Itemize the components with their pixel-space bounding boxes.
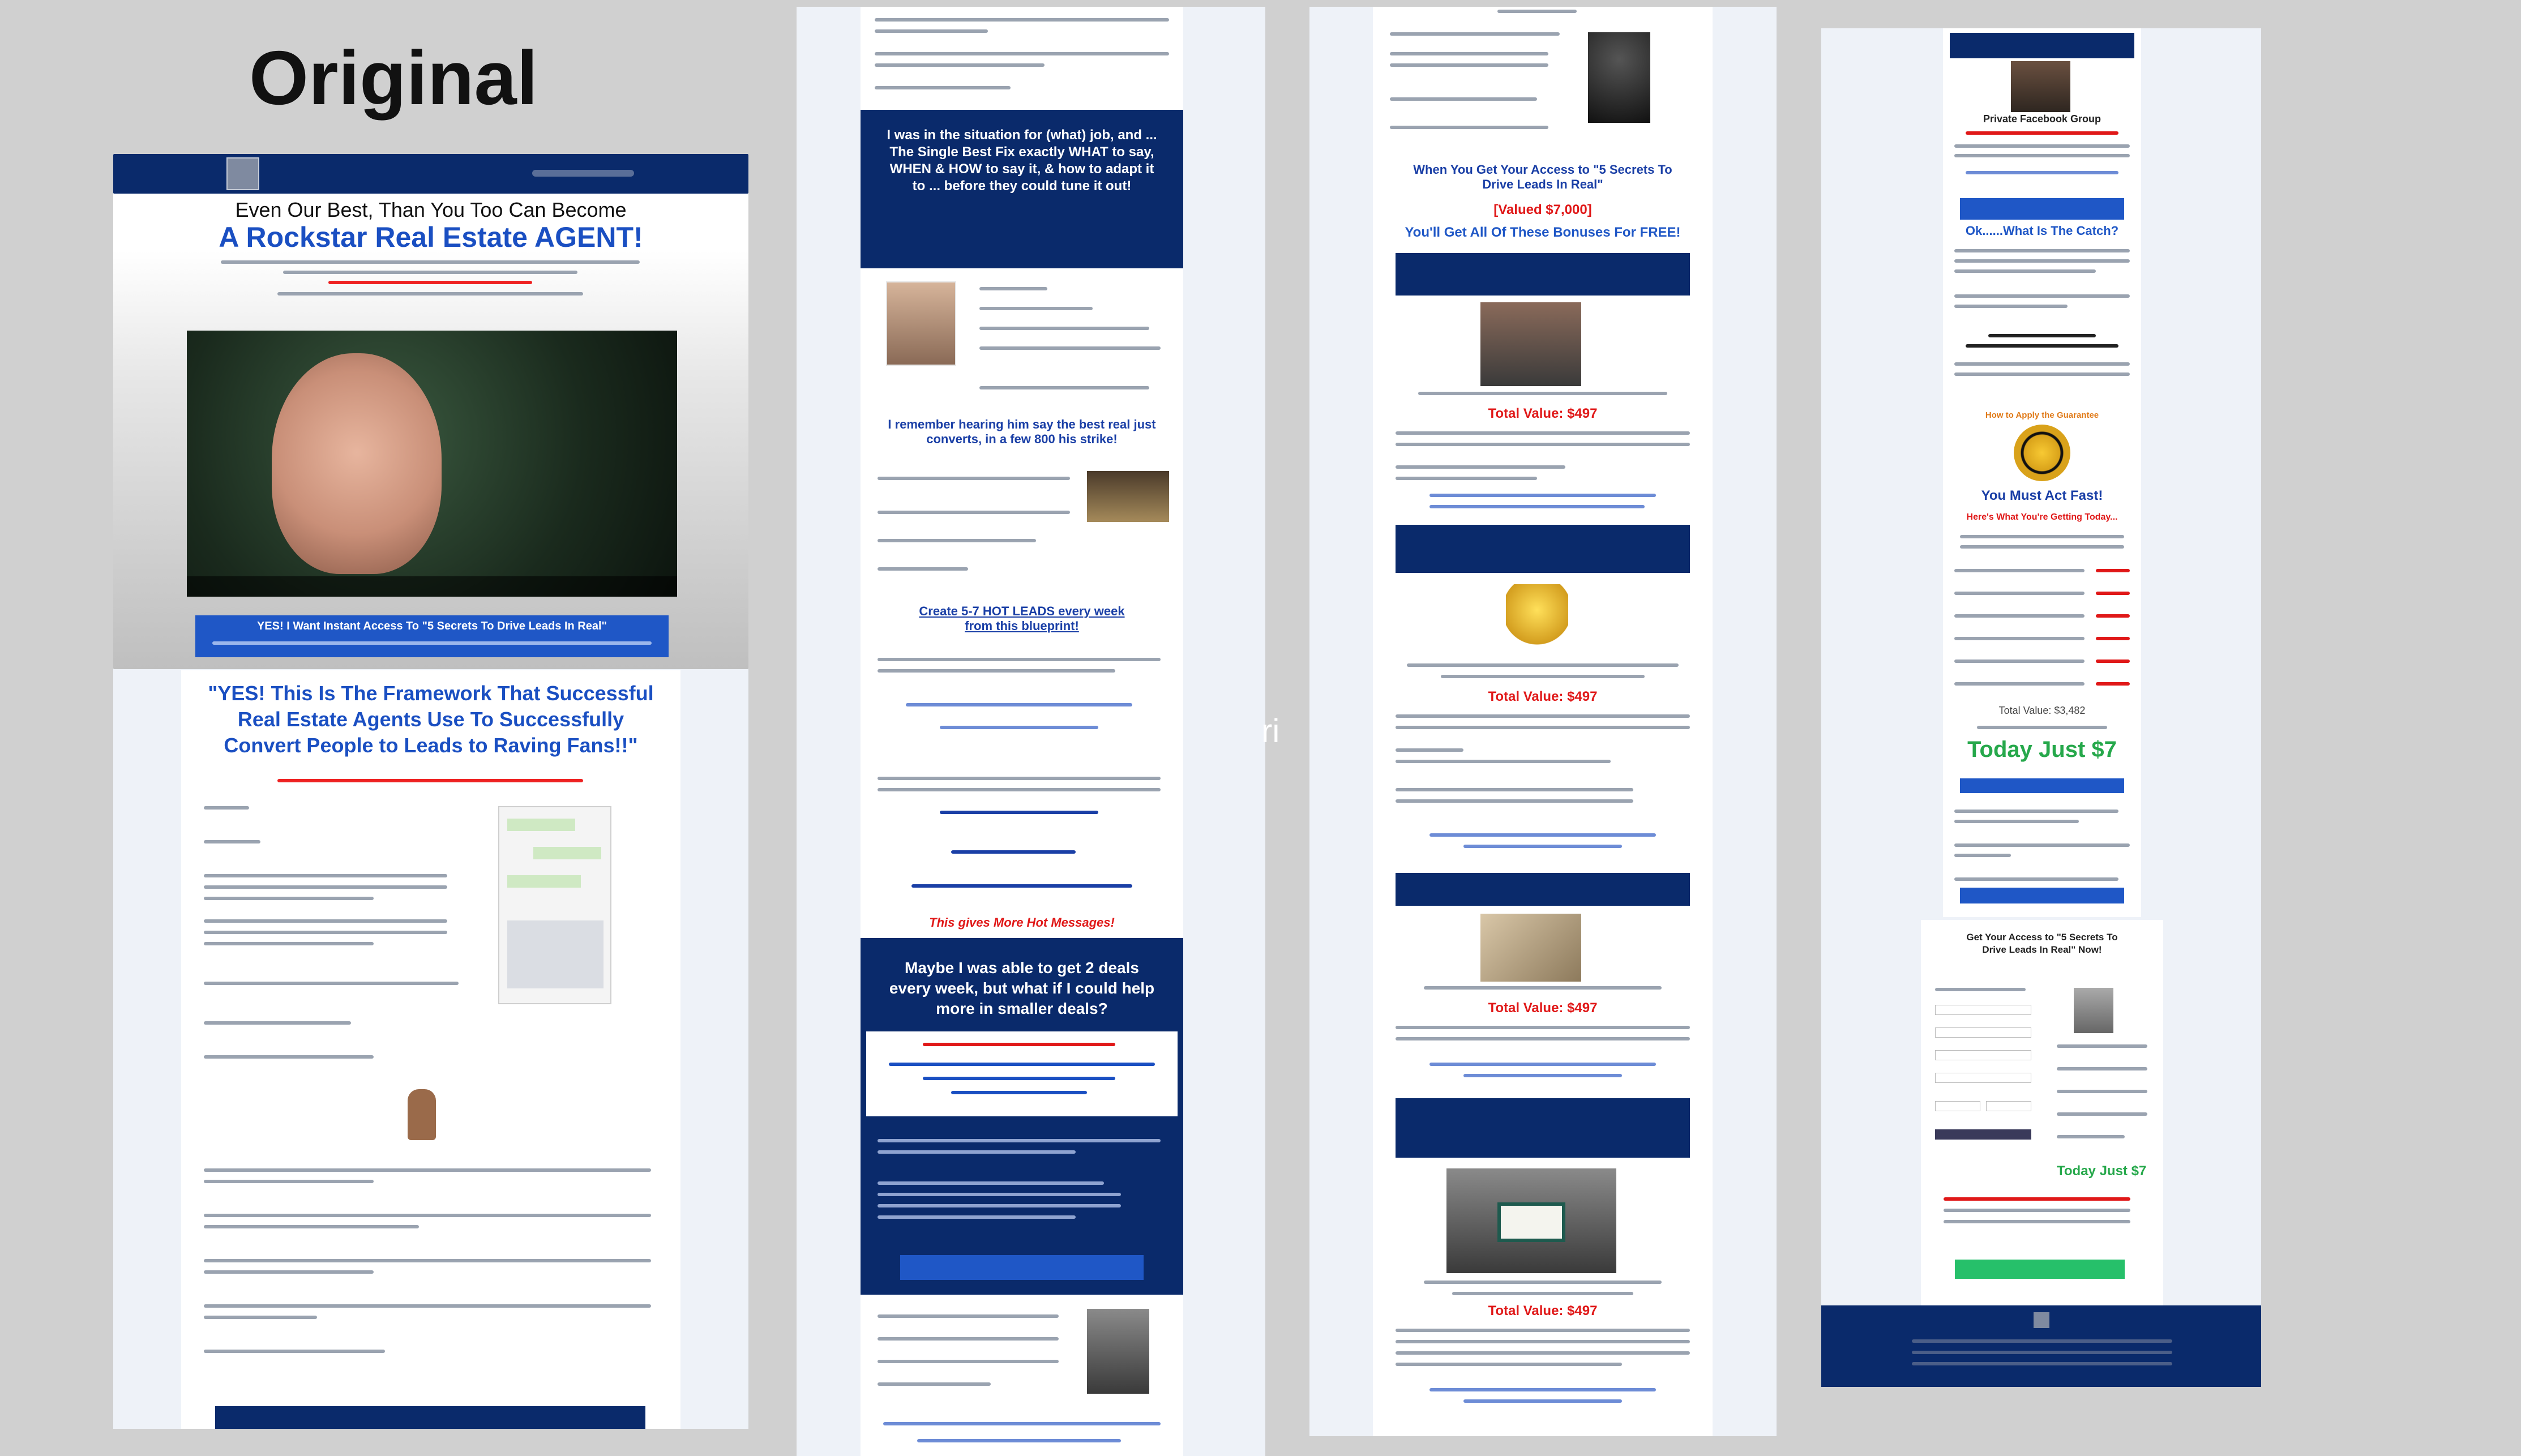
inline-photo <box>1087 471 1169 522</box>
top-nav <box>113 154 748 194</box>
bonus-image-3 <box>1480 914 1581 982</box>
stray-text: ri <box>1261 713 1280 750</box>
video-player[interactable] <box>187 331 677 597</box>
value-2: Total Value: $497 <box>1488 689 1598 704</box>
buy-button[interactable] <box>1960 778 2124 793</box>
bottom-photo <box>1087 1309 1149 1394</box>
footer <box>1821 1305 2261 1387</box>
video-face <box>272 353 442 574</box>
order-form: Get Your Access to "5 Secrets To Drive L… <box>1921 920 2163 1308</box>
bonus-band-4 <box>1396 1098 1690 1158</box>
catch-heading: Ok......What Is The Catch? <box>1965 224 2119 238</box>
bonus-band-1 <box>1396 253 1690 296</box>
subhead-1: I remember hearing him say the best real… <box>888 417 1156 446</box>
column-4-top: Private Facebook Group Ok......What Is T… <box>1943 28 2141 917</box>
form-fields[interactable] <box>1935 988 2034 1158</box>
bonus-band-2 <box>1396 525 1690 573</box>
today-price: Today Just $7 <box>1967 737 2117 762</box>
bottom-band <box>215 1406 645 1429</box>
form-today: Today Just $7 <box>2057 1163 2147 1179</box>
form-submit[interactable] <box>1955 1260 2125 1279</box>
cta-bar[interactable]: YES! I Want Instant Access To "5 Secrets… <box>195 615 669 657</box>
form-title: Get Your Access to "5 Secrets To Drive L… <box>1966 932 2118 955</box>
value-3: Total Value: $497 <box>1488 1000 1598 1016</box>
band-1: I was in the situation for (what) job, a… <box>861 110 1183 268</box>
value-1: Total Value: $497 <box>1488 406 1598 421</box>
guarantee-seal <box>2014 425 2070 481</box>
bonus-image-4 <box>1446 1168 1616 1273</box>
col4-cta[interactable] <box>1960 198 2124 220</box>
guarantee-heading: How to Apply the Guarantee <box>1985 410 2099 420</box>
bonus-band-3 <box>1396 873 1690 906</box>
column-original: Even Our Best, Than You Too Can Become A… <box>113 154 748 1429</box>
facebook-image <box>2011 61 2070 112</box>
column-2: I was in the situation for (what) job, a… <box>861 7 1183 1456</box>
getting-heading: Here's What You're Getting Today... <box>1966 512 2118 522</box>
band-2-button[interactable] <box>900 1255 1144 1280</box>
product-image <box>2074 988 2113 1033</box>
footer-logo <box>2034 1312 2049 1328</box>
bonus-header-blue: You'll Get All Of These Bonuses For FREE… <box>1405 225 1681 240</box>
author-photo <box>886 281 956 366</box>
buy-button-2[interactable] <box>1960 888 2124 903</box>
original-label: Original <box>249 35 538 121</box>
bonus-header: When You Get Your Access to "5 Secrets T… <box>1413 162 1672 191</box>
bonus-header-red: [Valued $7,000] <box>1493 202 1592 217</box>
quote-box <box>866 1031 1178 1116</box>
phone-screenshot <box>498 806 611 1004</box>
quote-headline: "YES! This Is The Framework That Success… <box>208 682 654 757</box>
body-card: "YES! This Is The Framework That Success… <box>181 670 680 1429</box>
column-3: When You Get Your Access to "5 Secrets T… <box>1373 7 1713 1436</box>
value-4: Total Value: $497 <box>1488 1303 1598 1318</box>
nav-link[interactable] <box>532 170 634 177</box>
fb-group-title: Private Facebook Group <box>1983 113 2101 125</box>
dark-figure <box>1588 32 1650 123</box>
red-line: This gives More Hot Messages! <box>929 915 1115 930</box>
hand-icon <box>408 1089 436 1140</box>
total-value: Total Value: $3,482 <box>1998 705 2086 716</box>
band-2: Maybe I was able to get 2 deals every we… <box>861 938 1183 1295</box>
video-controls[interactable] <box>187 576 677 597</box>
must-act: You Must Act Fast! <box>1981 488 2103 503</box>
headline-main: A Rockstar Real Estate AGENT! <box>219 221 643 253</box>
col4-top-band <box>1950 33 2134 58</box>
bulb-icon <box>1506 584 1568 658</box>
bonus-image-1 <box>1480 302 1581 386</box>
logo <box>226 157 259 190</box>
subhead-2: Create 5-7 HOT LEADS every week from thi… <box>919 604 1125 633</box>
headline-top: Even Our Best, Than You Too Can Become <box>235 198 627 221</box>
